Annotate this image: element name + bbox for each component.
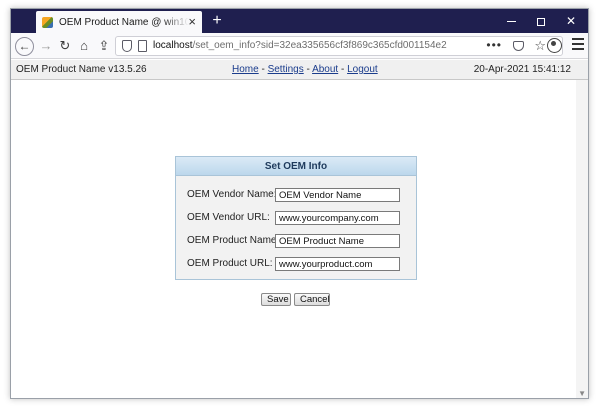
account-icon[interactable] xyxy=(547,38,562,53)
vendor-url-input[interactable] xyxy=(275,211,400,225)
product-name-label: OEM Product Name: xyxy=(187,235,280,246)
page-content: OEM Product Name v13.5.26 Home - Setting… xyxy=(11,60,588,398)
tab-title: OEM Product Name @ win10 xyxy=(59,16,189,28)
app-header: OEM Product Name v13.5.26 Home - Setting… xyxy=(11,60,588,80)
bookmark-star-icon[interactable]: ☆ xyxy=(534,38,546,54)
page-info-icon[interactable] xyxy=(138,40,147,52)
panel-title: Set OEM Info xyxy=(176,157,416,176)
new-tab-button[interactable]: + xyxy=(207,11,227,31)
minimize-icon xyxy=(506,21,516,23)
nav-link-home[interactable]: Home xyxy=(232,64,259,75)
nav-link-logout[interactable]: Logout xyxy=(347,64,378,75)
form-row-product-url: OEM Product URL: xyxy=(187,257,407,271)
vendor-name-label: OEM Vendor Name: xyxy=(187,189,277,200)
nav-link-settings[interactable]: Settings xyxy=(268,64,304,75)
minimize-button[interactable] xyxy=(496,9,526,33)
back-arrow-icon[interactable]: ← xyxy=(15,37,34,56)
cancel-button[interactable]: Cancel xyxy=(294,293,330,306)
nav-separator: - xyxy=(303,64,313,75)
url-path: /set_oem_info?sid=32ea335656cf3f869c365c… xyxy=(192,40,447,51)
tracking-shield-icon[interactable] xyxy=(122,40,132,52)
url-text[interactable]: localhost/set_oem_info?sid=32ea335656cf3… xyxy=(153,40,447,51)
pocket-icon[interactable] xyxy=(513,41,524,51)
nav-separator: - xyxy=(338,64,348,75)
browser-tab[interactable]: OEM Product Name @ win10 × xyxy=(36,11,202,33)
url-host: localhost xyxy=(153,40,193,51)
nav-separator: - xyxy=(258,64,268,75)
scroll-down-arrow-icon[interactable]: ▼ xyxy=(578,389,586,398)
address-bar[interactable]: localhost/set_oem_info?sid=32ea335656cf3… xyxy=(115,36,563,56)
favicon-icon xyxy=(42,16,53,28)
forward-arrow-icon[interactable]: → xyxy=(37,37,55,55)
reload-icon[interactable]: ↻ xyxy=(56,37,74,55)
page-actions-icon[interactable]: ••• xyxy=(486,38,502,52)
product-name-input[interactable] xyxy=(275,234,400,248)
vertical-scrollbar[interactable]: ▼ xyxy=(576,80,588,398)
vendor-name-input[interactable] xyxy=(275,188,400,202)
datetime: 20-Apr-2021 15:41:12 xyxy=(473,64,571,75)
maximize-icon xyxy=(537,17,545,26)
hamburger-menu-icon[interactable] xyxy=(572,38,584,50)
app-nav: Home - Settings - About - Logout xyxy=(232,64,378,75)
close-window-button[interactable]: ✕ xyxy=(556,9,586,33)
oem-info-panel: Set OEM Info OEM Vendor Name: OEM Vendor… xyxy=(175,156,417,280)
title-bar: OEM Product Name @ win10 × + ✕ xyxy=(11,9,588,33)
save-button[interactable]: Save xyxy=(261,293,291,306)
app-version: OEM Product Name v13.5.26 xyxy=(16,64,147,75)
save-to-pocket-icon[interactable]: ⇪ xyxy=(95,37,113,55)
form-row-product-name: OEM Product Name: xyxy=(187,234,407,248)
vendor-url-label: OEM Vendor URL: xyxy=(187,212,270,223)
form-row-vendor-url: OEM Vendor URL: xyxy=(187,211,407,225)
maximize-button[interactable] xyxy=(526,9,556,33)
tab-close-icon[interactable]: × xyxy=(188,14,196,30)
navigation-toolbar: ← → ↻ ⌂ ⇪ localhost/set_oem_info?sid=32e… xyxy=(11,33,588,59)
form-row-vendor-name: OEM Vendor Name: xyxy=(187,188,407,202)
nav-link-about[interactable]: About xyxy=(312,64,338,75)
product-url-label: OEM Product URL: xyxy=(187,258,273,269)
product-url-input[interactable] xyxy=(275,257,400,271)
browser-window: OEM Product Name @ win10 × + ✕ ← → ↻ ⌂ ⇪… xyxy=(10,8,589,399)
home-icon[interactable]: ⌂ xyxy=(75,37,93,55)
